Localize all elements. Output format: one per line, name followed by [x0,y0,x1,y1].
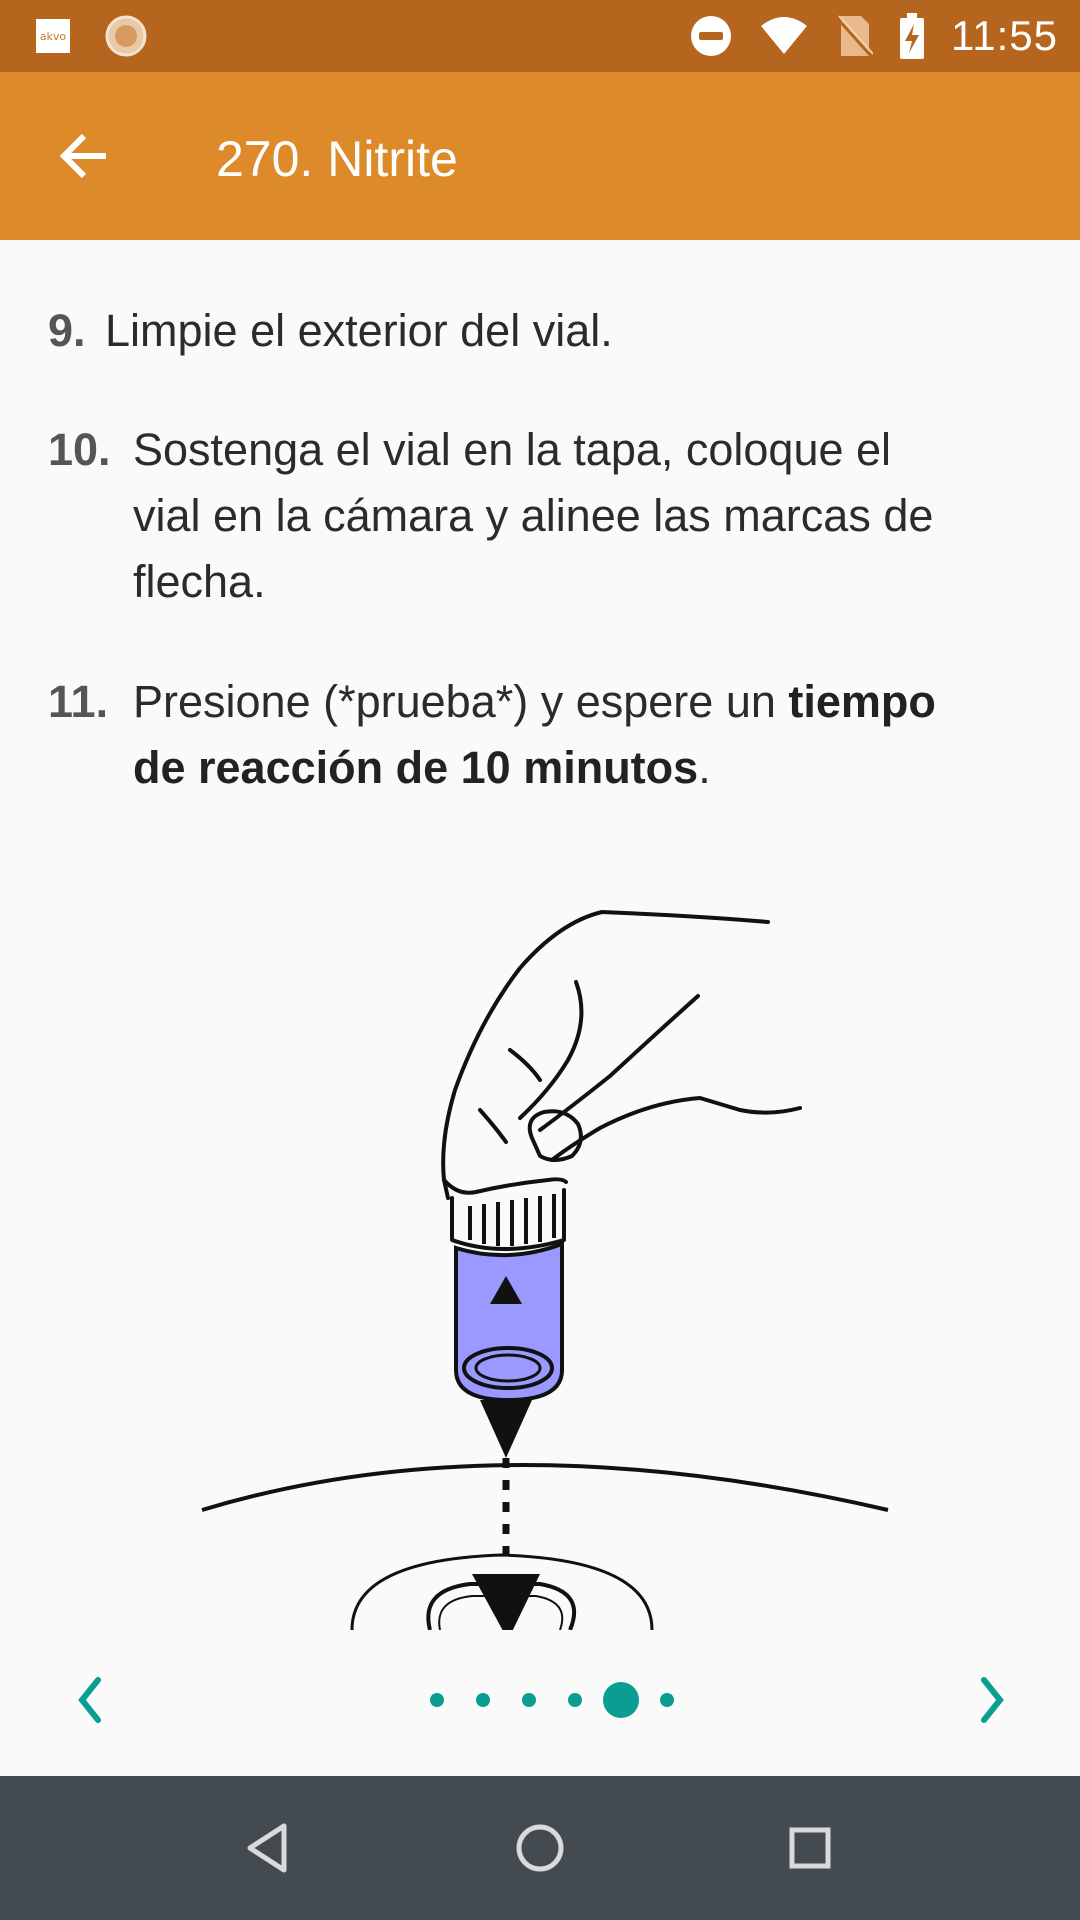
page-indicator [0,1660,1080,1740]
step-text-line: Sostenga el vial en la tapa, coloque el [133,424,892,475]
do-not-disturb-icon [691,16,731,56]
step-text: . [698,742,711,793]
app-bar: 270. Nitrite [0,72,1080,240]
step-number: 11. [48,676,109,727]
page-dot[interactable] [568,1693,582,1707]
page-title: 270. Nitrite [216,131,458,187]
step-text-bold: tiempo [788,676,936,727]
nav-recents-icon[interactable] [774,1812,846,1884]
page-dot-active[interactable] [603,1682,639,1718]
step-text-bold: de reacción de 10 minutos [133,742,699,793]
step-number: 10. [48,424,111,475]
next-page-button[interactable] [966,1660,1016,1740]
no-sim-icon [835,15,873,58]
akvo-app-icon: akvo [36,19,70,53]
step-text-line: flecha. [133,556,266,607]
battery-charging-icon [900,13,924,59]
page-dot[interactable] [430,1693,444,1707]
step-text: Presione (*prueba*) y espere un [133,676,789,727]
step-number: 9. [48,305,86,356]
sun-app-icon [105,15,147,57]
nav-home-icon[interactable] [504,1812,576,1884]
chevron-right-icon [981,1677,1004,1723]
page-dot[interactable] [476,1693,490,1707]
page-dot[interactable] [660,1693,674,1707]
page-dots [430,1682,674,1718]
step-text: Limpie el exterior del vial. [105,305,613,356]
step-text-line: vial en la cámara y alinee las marcas de [133,490,934,541]
wifi-icon [761,17,807,54]
akvo-badge-label: akvo [39,29,67,43]
nav-back-icon[interactable] [234,1812,306,1884]
vial-in-camera-illustration [201,910,889,1630]
status-bar: akvo 11:55 [0,0,1080,72]
status-clock: 11:55 [951,12,1058,59]
page-dot[interactable] [522,1693,536,1707]
system-navigation-bar [0,1776,1080,1920]
back-button[interactable] [44,116,124,196]
arrow-back-icon [59,133,106,179]
